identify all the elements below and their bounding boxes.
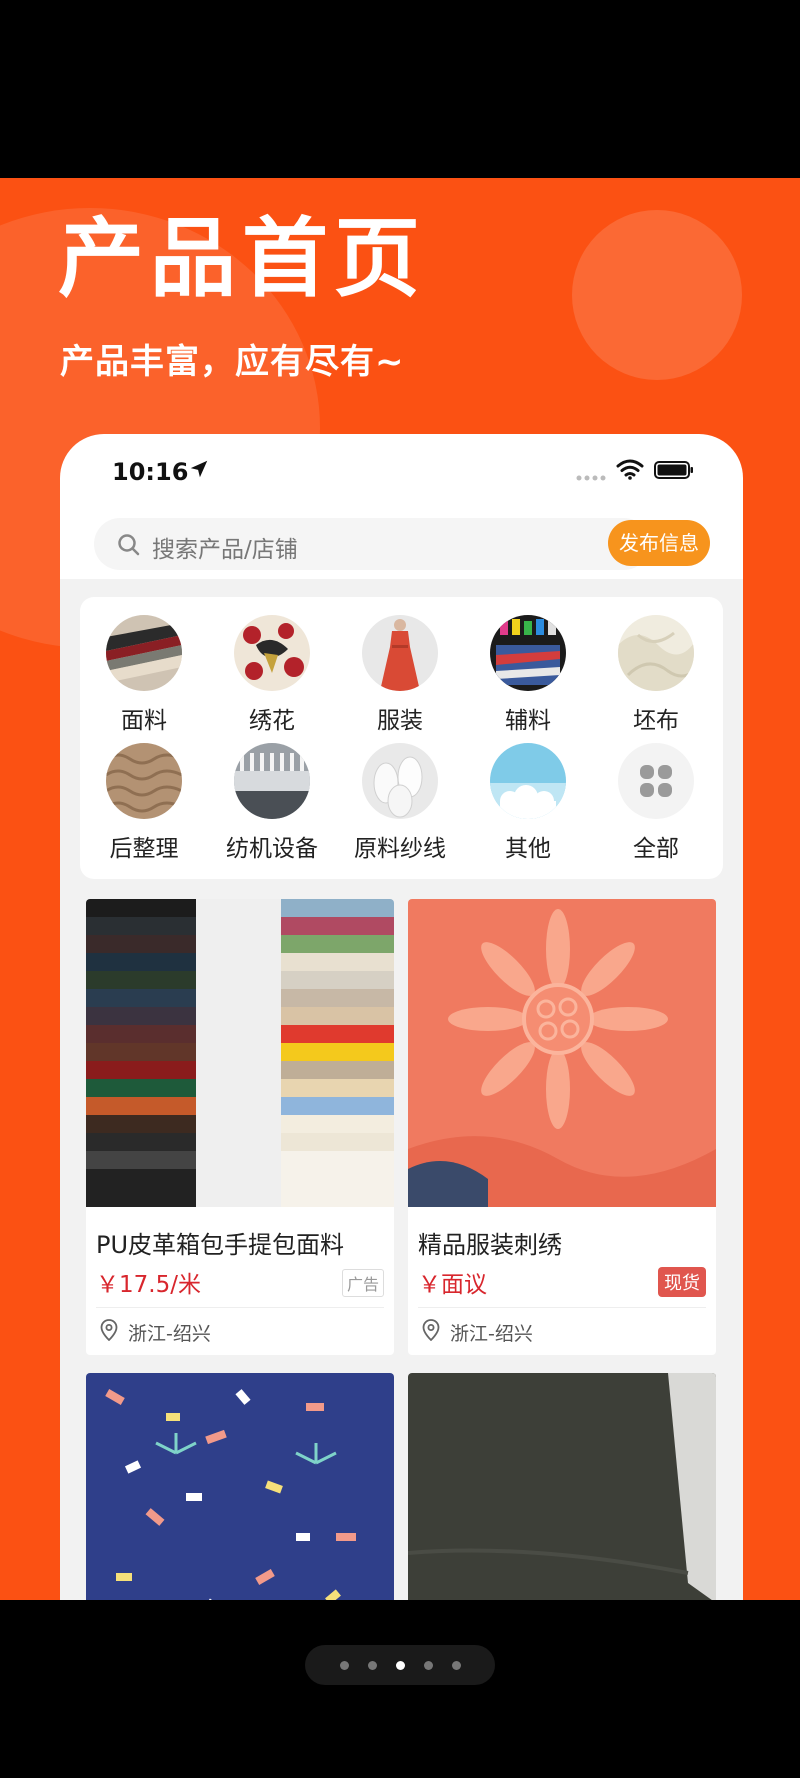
- category-embroidery[interactable]: 绣花: [208, 615, 336, 745]
- in-stock-tag: 现货: [658, 1267, 706, 1297]
- top-black-bar: [0, 0, 800, 178]
- category-label: 原料纱线: [354, 836, 446, 862]
- divider: [96, 1307, 384, 1308]
- category-label: 纺机设备: [226, 836, 318, 862]
- yarn-image: [362, 743, 438, 819]
- category-finishing[interactable]: 后整理: [80, 743, 208, 873]
- category-fabric[interactable]: 面料: [80, 615, 208, 745]
- status-bar: 10:16: [60, 434, 743, 514]
- search-row: 搜索产品/店铺 发布信息: [60, 514, 743, 584]
- category-label: 坯布: [633, 708, 679, 734]
- dress-image: [362, 615, 438, 691]
- all-categories-circle: [618, 743, 694, 819]
- publish-info-button[interactable]: 发布信息: [608, 520, 710, 566]
- category-label: 其他: [505, 836, 551, 862]
- location-pin-icon: [100, 1319, 118, 1341]
- product-card[interactable]: [408, 1373, 716, 1600]
- category-clothing[interactable]: 服装: [336, 615, 464, 745]
- category-textile-machines[interactable]: 纺机设备: [208, 743, 336, 873]
- product-image: [86, 899, 394, 1207]
- search-icon: [118, 534, 140, 556]
- accessories-image: [490, 615, 566, 691]
- divider: [418, 1307, 706, 1308]
- category-label: 服装: [377, 708, 423, 734]
- category-label: 绣花: [249, 708, 295, 734]
- product-card[interactable]: [86, 1373, 394, 1600]
- product-title: PU皮革箱包手提包面料: [96, 1231, 345, 1259]
- product-location: 浙江-绍兴: [450, 1323, 533, 1345]
- hero-decor-circle-small: [572, 210, 742, 380]
- hero-subtitle: 产品丰富，应有尽有~: [60, 342, 405, 382]
- phone-screen: 10:16 搜索产品/店铺 发布信息 面料 绣花 服装 辅料 坯布 后整理 纺机…: [60, 434, 743, 1600]
- product-title: 精品服装刺绣: [418, 1231, 562, 1259]
- page-dot-active[interactable]: [396, 1661, 405, 1670]
- product-card[interactable]: 精品服装刺绣 ￥面议 现货 浙江-绍兴: [408, 899, 716, 1355]
- category-yarn[interactable]: 原料纱线: [336, 743, 464, 873]
- bottom-black-bar: [0, 1600, 800, 1778]
- finishing-image: [106, 743, 182, 819]
- product-image: [86, 1373, 394, 1600]
- category-label: 全部: [633, 836, 679, 862]
- page-indicator: [305, 1645, 495, 1685]
- battery-icon: [654, 461, 693, 479]
- category-greige-cloth[interactable]: 坯布: [592, 615, 720, 745]
- category-all[interactable]: 全部: [592, 743, 720, 873]
- category-label: 辅料: [505, 708, 551, 734]
- status-time: 10:16: [112, 458, 189, 486]
- product-image: [408, 899, 716, 1207]
- product-price: ￥17.5/米: [96, 1272, 201, 1298]
- hero-title: 产品首页: [58, 209, 426, 309]
- product-card[interactable]: PU皮革箱包手提包面料 ￥17.5/米 广告 浙江-绍兴: [86, 899, 394, 1355]
- ad-tag: 广告: [341, 1269, 384, 1297]
- product-image: [408, 1373, 716, 1600]
- page-dot[interactable]: [368, 1661, 377, 1670]
- search-placeholder: 搜索产品/店铺: [152, 537, 298, 563]
- page-dot[interactable]: [452, 1661, 461, 1670]
- product-location: 浙江-绍兴: [128, 1323, 211, 1345]
- location-arrow-icon: [190, 460, 208, 478]
- category-other[interactable]: 其他: [464, 743, 592, 873]
- fabric-rolls-image: [106, 615, 182, 691]
- signal-dots-icon: [576, 475, 606, 481]
- textile-machine-image: [234, 743, 310, 819]
- category-accessories[interactable]: 辅料: [464, 615, 592, 745]
- page-dot[interactable]: [424, 1661, 433, 1670]
- product-price: ￥面议: [418, 1272, 487, 1298]
- content-area: 面料 绣花 服装 辅料 坯布 后整理 纺机设备 原料纱线 其他 全部 PU皮革箱…: [60, 579, 743, 1600]
- category-label: 面料: [121, 708, 167, 734]
- search-input[interactable]: 搜索产品/店铺: [94, 518, 650, 570]
- location-pin-icon: [422, 1319, 440, 1341]
- greige-cloth-image: [618, 615, 694, 691]
- embroidery-image: [234, 615, 310, 691]
- other-cloud-image: [490, 743, 566, 819]
- grid-icon: [640, 765, 672, 797]
- category-grid: 面料 绣花 服装 辅料 坯布 后整理 纺机设备 原料纱线 其他 全部: [80, 597, 723, 879]
- category-label: 后整理: [109, 836, 179, 862]
- page-dot[interactable]: [340, 1661, 349, 1670]
- wifi-icon: [616, 459, 644, 480]
